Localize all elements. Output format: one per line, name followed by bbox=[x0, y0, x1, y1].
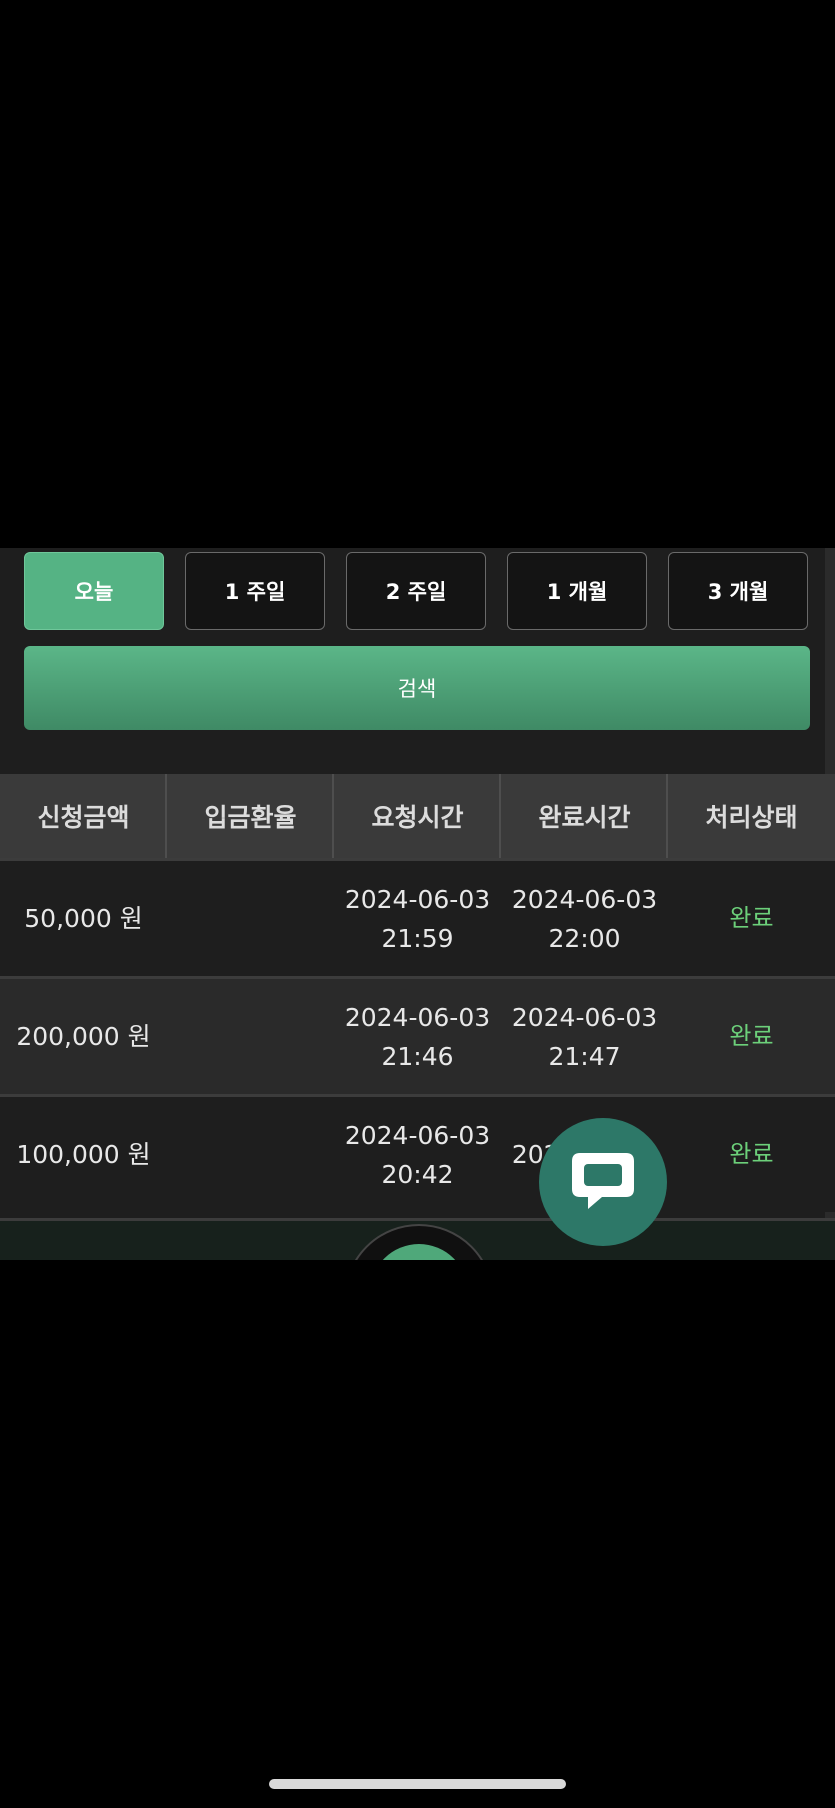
request-date: 2024-06-03 bbox=[344, 884, 491, 914]
cell-amount: 100,000 원 bbox=[0, 1097, 167, 1212]
history-panel: 오늘 1 주일 2 주일 1 개월 3 개월 검색 신청금액 입금환율 요청시간… bbox=[0, 548, 835, 1260]
status-badge: 완료 bbox=[729, 1140, 774, 1168]
request-time: 21:46 bbox=[381, 1041, 454, 1071]
cell-request-time: 2024-06-03 21:46 bbox=[334, 979, 501, 1094]
request-time: 21:59 bbox=[381, 923, 454, 953]
search-button[interactable]: 검색 bbox=[24, 646, 810, 730]
cell-rate bbox=[167, 861, 334, 976]
cell-amount: 200,000 원 bbox=[0, 979, 167, 1094]
cell-status: 완료 bbox=[668, 1097, 835, 1212]
request-date: 2024-06-03 bbox=[344, 1002, 491, 1032]
cell-complete-time: 2024-06-03 22:00 bbox=[501, 861, 668, 976]
header-rate: 입금환율 bbox=[204, 803, 297, 832]
header-status: 처리상태 bbox=[705, 803, 798, 832]
table-row: 200,000 원 2024-06-03 21:46 2024-06-03 21… bbox=[0, 976, 835, 1094]
cell-status: 완료 bbox=[668, 979, 835, 1094]
period-filter: 오늘 1 주일 2 주일 1 개월 3 개월 bbox=[24, 552, 810, 632]
period-2-week-button[interactable]: 2 주일 bbox=[346, 552, 486, 630]
table-header: 신청금액 입금환율 요청시간 완료시간 처리상태 bbox=[0, 774, 835, 858]
home-indicator bbox=[269, 1779, 566, 1789]
live-chat-button[interactable] bbox=[539, 1118, 667, 1246]
status-badge: 완료 bbox=[729, 904, 774, 932]
header-request-time: 요청시간 bbox=[371, 803, 464, 832]
complete-date: 2024-06-03 bbox=[511, 884, 658, 914]
complete-time: 22:00 bbox=[548, 923, 621, 953]
complete-time: 21:47 bbox=[548, 1041, 621, 1071]
chat-bubble-icon bbox=[572, 1153, 634, 1209]
period-1-week-button[interactable]: 1 주일 bbox=[185, 552, 325, 630]
request-date: 2024-06-03 bbox=[344, 1120, 491, 1150]
cell-status: 완료 bbox=[668, 861, 835, 976]
period-3-month-button[interactable]: 3 개월 bbox=[668, 552, 808, 630]
table-row: 50,000 원 2024-06-03 21:59 2024-06-03 22:… bbox=[0, 858, 835, 976]
table-row: 100,000 원 2024-06-03 20:42 2024-06-03 완료 bbox=[0, 1094, 835, 1212]
cell-complete-time: 2024-06-03 21:47 bbox=[501, 979, 668, 1094]
period-1-month-button[interactable]: 1 개월 bbox=[507, 552, 647, 630]
cell-amount: 50,000 원 bbox=[0, 861, 167, 976]
cell-rate bbox=[167, 979, 334, 1094]
amount-text: 100,000 원 bbox=[16, 1140, 151, 1169]
cell-request-time: 2024-06-03 21:59 bbox=[334, 861, 501, 976]
amount-text: 50,000 원 bbox=[24, 904, 143, 933]
cell-request-time: 2024-06-03 20:42 bbox=[334, 1097, 501, 1212]
amount-text: 200,000 원 bbox=[16, 1022, 151, 1051]
status-badge: 완료 bbox=[729, 1022, 774, 1050]
home-nav-button-fill bbox=[370, 1244, 468, 1260]
period-today-button[interactable]: 오늘 bbox=[24, 552, 164, 630]
complete-date: 2024-06-03 bbox=[511, 1002, 658, 1032]
header-amount: 신청금액 bbox=[37, 803, 130, 832]
request-time: 20:42 bbox=[381, 1159, 454, 1189]
header-complete-time: 완료시간 bbox=[538, 803, 631, 832]
cell-rate bbox=[167, 1097, 334, 1212]
